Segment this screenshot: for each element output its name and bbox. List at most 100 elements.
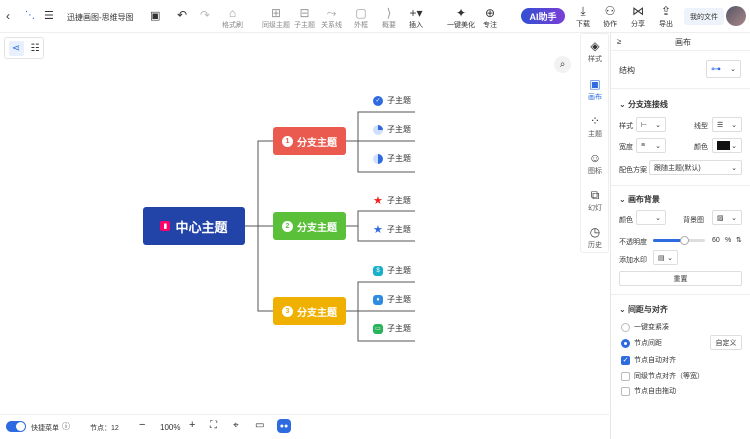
slides-icon: ⧉ (590, 188, 600, 202)
star-blue-icon: ★ (373, 224, 383, 236)
bottom-bar-divider (0, 414, 609, 415)
bg-image-select[interactable]: ▨ ⌄ (712, 210, 742, 225)
chart-icon: ▮ (160, 221, 171, 231)
opacity-label: 不透明度 (619, 239, 647, 246)
slider-handle[interactable] (680, 236, 690, 245)
bg-color-label: 颜色 (619, 217, 633, 224)
quick-menu-label: 快捷菜单 (31, 425, 59, 432)
history-icon: ◷ (589, 225, 601, 239)
bg-color-select[interactable]: ⌄ (636, 210, 666, 225)
chevron-down-icon: ⌄ (731, 214, 737, 222)
line-type-label: 线型 (694, 123, 708, 130)
tab-canvas[interactable]: ▣ 画布 (581, 77, 609, 102)
watermark-select[interactable]: ▤ ⌄ (653, 250, 678, 265)
opacity-slider[interactable] (653, 236, 705, 245)
share-icon: ⋈ (632, 4, 644, 18)
reset-button[interactable]: 重置 (619, 271, 742, 286)
divider (611, 50, 750, 51)
structure-label: 结构 (619, 66, 635, 75)
line-width-select[interactable]: ≡ ⌄ (636, 138, 666, 153)
scheme-label: 配色方案 (619, 167, 647, 174)
branch-topic-2[interactable]: 2 分支主题 (273, 212, 346, 240)
tab-style[interactable]: ◈ 样式 (581, 39, 609, 64)
check-icon: ✓ (373, 95, 383, 106)
canvas-panel: ≥ 画布 结构 ⊶ ⌄ ⌄ 分支连接线 样式 ⊢ ⌄ 线型 ☰ ⌄ 宽度 ≡ ⌄ 颜色 … (610, 33, 750, 439)
zoom-in-icon[interactable]: + (189, 419, 195, 431)
export-button[interactable]: ⇪ 导出 (659, 4, 673, 29)
chevron-down-icon: ⌄ (731, 142, 737, 150)
opacity-value[interactable]: 60 (712, 237, 720, 244)
avatar[interactable] (726, 6, 746, 26)
collapse-panel-icon[interactable]: ≥ (617, 37, 621, 46)
line-color-select[interactable]: ⌄ (712, 138, 742, 153)
line-width-label: 宽度 (619, 144, 633, 151)
chevron-down-icon: ⌄ (731, 164, 737, 172)
divider (611, 185, 750, 186)
chevron-down-icon: ⌄ (730, 66, 736, 73)
progress-50-icon (373, 153, 383, 164)
node-spacing-radio[interactable]: 节点间距 (621, 338, 662, 348)
section-branch-lines[interactable]: ⌄ 分支连接线 (619, 99, 668, 110)
star-red-icon: ★ (373, 195, 383, 207)
locate-icon[interactable]: ⌖ (233, 420, 239, 431)
collaborate-button[interactable]: ⚇ 协作 (603, 4, 617, 29)
smile-icon: ☺ (588, 151, 602, 165)
opacity-unit: % (725, 237, 732, 244)
color-swatch (641, 213, 654, 222)
present-icon[interactable]: ▭ (255, 420, 264, 431)
subtopic-node[interactable]: ✓ 子主题 (373, 95, 411, 106)
tab-history[interactable]: ◷ 历史 (581, 225, 609, 250)
subtopic-node[interactable]: 子主题 (373, 124, 411, 135)
subtopic-node[interactable]: ▭ 子主题 (373, 323, 411, 334)
line-style-select[interactable]: ⊢ ⌄ (636, 117, 666, 132)
download-icon: ⤓ (580, 4, 586, 18)
structure-select[interactable]: ⊶ ⌄ (706, 60, 741, 78)
chevron-down-icon: ⌄ (655, 142, 661, 150)
node-count: 节点：12 (90, 425, 119, 432)
branch-topic-1[interactable]: 1 分支主题 (273, 127, 346, 155)
line-type-select[interactable]: ☰ ⌄ (712, 117, 742, 132)
free-drag-checkbox[interactable]: 节点自由拖动 (621, 386, 676, 396)
image-icon: ▨ (717, 214, 724, 222)
branch-topic-3[interactable]: 3 分支主题 (273, 297, 346, 325)
theme-icon: ⁘ (589, 114, 601, 128)
line-width-icon: ≡ (641, 142, 646, 149)
subtopic-node[interactable]: ♦ 子主题 (373, 294, 411, 305)
bg-image-label: 背景图 (683, 217, 704, 224)
stepper-icon[interactable]: ⇅ (736, 236, 742, 244)
quick-menu-toggle[interactable] (6, 421, 26, 432)
structure-icon: ⊶ (711, 63, 721, 75)
center-topic-node[interactable]: ▮ 中心主题 (143, 207, 245, 245)
watermark-icon: ▤ (658, 254, 665, 262)
subtopic-node[interactable]: ★ 子主题 (373, 194, 411, 207)
subtopic-node[interactable]: ★ 子主题 (373, 223, 411, 236)
watermark-label: 添加水印 (619, 257, 647, 264)
dollar-icon: $ (373, 265, 383, 276)
zoom-level[interactable]: 100% (160, 423, 180, 432)
tab-slides[interactable]: ⧉ 幻灯 (581, 188, 609, 213)
same-level-align-checkbox[interactable]: 同级节点对齐（等宽） (621, 371, 704, 381)
custom-spacing-button[interactable]: 自定义 (710, 335, 742, 350)
tab-theme[interactable]: ⁘ 主题 (581, 114, 609, 139)
color-scheme-select[interactable]: 跟随主题(默认) ⌄ (649, 160, 742, 175)
progress-25-icon (373, 124, 383, 135)
color-swatch (717, 141, 730, 150)
help-icon[interactable]: ⓘ (62, 421, 70, 432)
section-canvas-bg[interactable]: ⌄ 画布背景 (619, 194, 660, 205)
my-files-button[interactable]: 我的文件 (684, 8, 724, 25)
compact-radio[interactable]: 一键变紧凑 (621, 322, 669, 332)
robot-assistant-icon[interactable]: ●● (277, 419, 291, 433)
zoom-out-icon[interactable]: − (139, 419, 145, 431)
share-button[interactable]: ⋈ 分享 (631, 4, 645, 29)
style-icon: ◈ (590, 39, 600, 53)
fit-screen-icon[interactable]: ⛶ (210, 420, 217, 431)
subtopic-node[interactable]: 子主题 (373, 153, 411, 164)
chevron-down-icon: ⌄ (655, 121, 661, 129)
section-spacing[interactable]: ⌄ 间距与对齐 (619, 304, 668, 315)
chevron-down-icon: ⌄ (731, 121, 737, 129)
subtopic-node[interactable]: $ 子主题 (373, 265, 411, 276)
tab-icon[interactable]: ☺ 图标 (581, 151, 609, 176)
dashed-line-icon: ☰ (717, 121, 724, 129)
auto-align-checkbox[interactable]: ✓ 节点自动对齐 (621, 355, 676, 365)
divider (611, 294, 750, 295)
